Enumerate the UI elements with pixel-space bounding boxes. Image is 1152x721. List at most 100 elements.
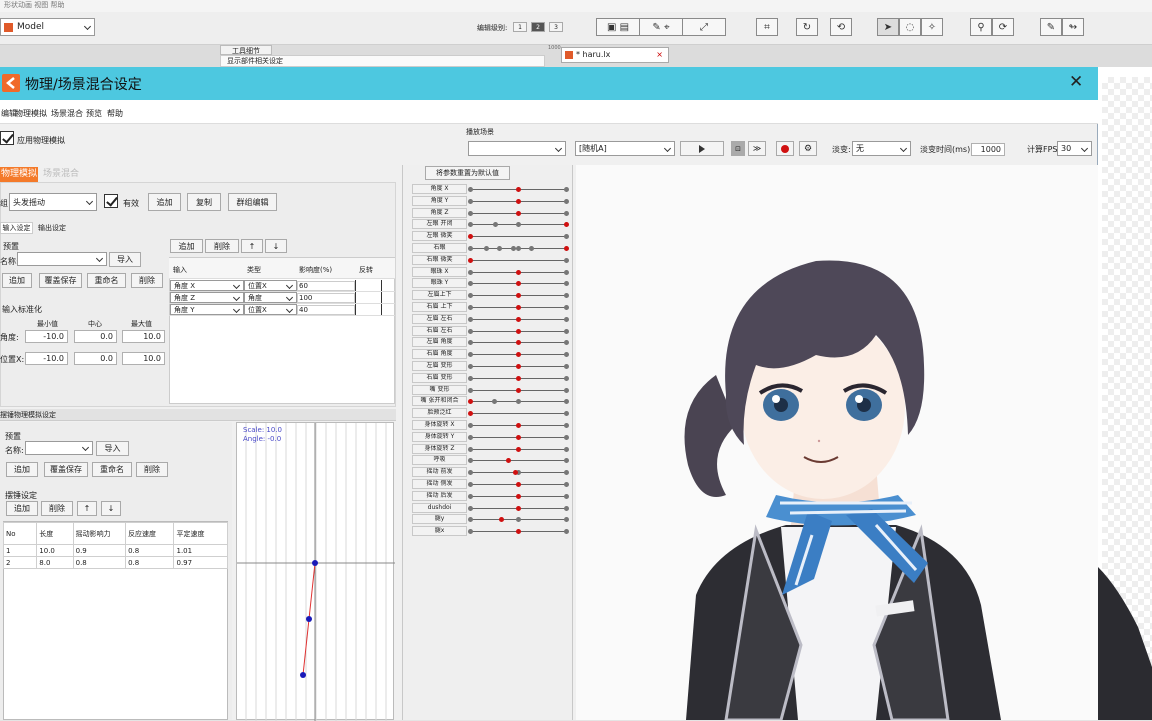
dialog-close-icon[interactable]: ✕ bbox=[1069, 72, 1083, 92]
loop-button[interactable]: ⊡ bbox=[731, 141, 745, 156]
pendulum-rename-button[interactable]: 重命名 bbox=[92, 462, 132, 477]
swing-cell[interactable]: 0.8 bbox=[125, 556, 175, 569]
swing-cell[interactable]: 1.01 bbox=[173, 544, 228, 557]
deform-grid-icon[interactable]: ⌗ bbox=[756, 18, 778, 36]
physics-tab-active[interactable]: 物理模拟 bbox=[0, 167, 38, 182]
document-tab[interactable]: * haru.lx × bbox=[561, 47, 669, 63]
menu-preview[interactable]: 预览 bbox=[86, 108, 102, 119]
preset-add-button[interactable]: 追加 bbox=[2, 273, 32, 288]
document-tab-close-icon[interactable]: × bbox=[656, 48, 663, 62]
group-copy-button[interactable]: 复制 bbox=[187, 193, 221, 211]
swing-cell[interactable]: 1 bbox=[2, 544, 38, 557]
param-slider-knob[interactable] bbox=[515, 493, 521, 499]
swing-cell[interactable]: 0.9 bbox=[72, 544, 127, 557]
swing-row[interactable]: 1 10.0 0.9 0.8 1.01 bbox=[2, 544, 228, 557]
pen-icon[interactable]: ✎ bbox=[1040, 18, 1062, 36]
menu-help[interactable]: 帮助 bbox=[107, 108, 123, 119]
param-track[interactable] bbox=[470, 259, 566, 261]
param-slider-knob[interactable] bbox=[515, 198, 521, 204]
curve-icon[interactable]: ↬ bbox=[1062, 18, 1084, 36]
norm-row-center[interactable]: 0.0 bbox=[74, 330, 117, 343]
input-down-button[interactable]: ↓ bbox=[265, 239, 287, 253]
pendulum-import-button[interactable]: 导入 bbox=[96, 441, 129, 456]
param-slider-knob[interactable] bbox=[515, 352, 521, 358]
input-add-button[interactable]: 追加 bbox=[170, 239, 203, 253]
param-slider-knob[interactable] bbox=[515, 328, 521, 334]
input-delete-button[interactable]: 削除 bbox=[205, 239, 239, 253]
param-track[interactable] bbox=[470, 236, 566, 238]
input-row-input-select[interactable]: 角度 Z bbox=[170, 292, 244, 303]
norm-row-center[interactable]: 0.0 bbox=[74, 352, 117, 365]
pin-icon[interactable]: ⚲ bbox=[970, 18, 992, 36]
fast-forward-button[interactable]: ≫ bbox=[748, 141, 766, 156]
param-slider-knob[interactable] bbox=[515, 281, 521, 287]
param-slider-knob[interactable] bbox=[515, 269, 521, 275]
input-row[interactable]: 角度 Z 角度 100 bbox=[169, 292, 395, 304]
level-2-button[interactable]: 2 bbox=[531, 22, 545, 32]
param-slider-knob[interactable] bbox=[515, 293, 521, 299]
input-row-reverse-cell[interactable] bbox=[355, 292, 382, 303]
input-row-weight[interactable]: 100 bbox=[297, 293, 355, 303]
swing-delete-button[interactable]: 削除 bbox=[41, 501, 73, 516]
input-row-input-select[interactable]: 角度 X bbox=[170, 280, 244, 291]
reset-params-button[interactable]: 将参数重置为默认值 bbox=[425, 166, 510, 180]
pendulum-overwrite-button[interactable]: 覆盖保存 bbox=[44, 462, 88, 477]
input-row-type-select[interactable]: 位置X bbox=[244, 304, 297, 315]
menu-physics[interactable]: 物理模拟 bbox=[15, 108, 47, 119]
norm-row-max[interactable]: 10.0 bbox=[122, 352, 165, 365]
record-button[interactable] bbox=[776, 141, 794, 156]
param-slider-knob[interactable] bbox=[563, 246, 569, 251]
param-slider-knob[interactable] bbox=[467, 234, 473, 240]
swing-cell[interactable]: 2 bbox=[2, 556, 38, 569]
input-row-reverse-cell[interactable] bbox=[355, 304, 382, 315]
input-row-reverse-cell[interactable] bbox=[355, 280, 382, 291]
lasso-icon[interactable]: ◌ bbox=[899, 18, 921, 36]
model-select[interactable]: Model bbox=[0, 18, 95, 36]
param-slider-knob[interactable] bbox=[515, 210, 521, 216]
swing-cell[interactable]: 0.8 bbox=[125, 544, 175, 557]
input-row-weight[interactable]: 60 bbox=[297, 281, 355, 291]
fade-select[interactable]: 无 bbox=[852, 141, 911, 156]
level-3-button[interactable]: 3 bbox=[549, 22, 563, 32]
fps-select[interactable]: 30 bbox=[1057, 141, 1092, 156]
swing-cell[interactable]: 0.97 bbox=[173, 556, 228, 569]
pendulum-add-button[interactable]: 追加 bbox=[6, 462, 38, 477]
swing-down-button[interactable]: ↓ bbox=[101, 501, 121, 516]
param-track[interactable] bbox=[470, 413, 566, 415]
input-up-button[interactable]: ↑ bbox=[241, 239, 263, 253]
tool-detail-tab[interactable]: 工具细节 bbox=[220, 45, 272, 55]
settings-button[interactable]: ⚙ bbox=[799, 141, 817, 156]
param-slider-knob[interactable] bbox=[563, 222, 569, 228]
scene-select[interactable] bbox=[468, 141, 566, 156]
toolbar-group-b-icon[interactable]: ✎ ⌖ bbox=[639, 18, 683, 36]
pendulum-node[interactable] bbox=[300, 672, 306, 678]
swing-up-button[interactable]: ↑ bbox=[77, 501, 97, 516]
param-slider-knob[interactable] bbox=[515, 305, 521, 310]
group-edit-button[interactable]: 群组编辑 bbox=[228, 193, 277, 211]
preset-overwrite-button[interactable]: 覆盖保存 bbox=[39, 273, 82, 288]
norm-row-min[interactable]: -10.0 bbox=[25, 352, 68, 365]
enabled-checkbox[interactable] bbox=[104, 194, 118, 208]
param-slider-knob[interactable] bbox=[515, 375, 521, 381]
pendulum-node[interactable] bbox=[312, 560, 318, 566]
param-slider-knob[interactable] bbox=[515, 340, 521, 346]
swing-cell[interactable]: 0.8 bbox=[72, 556, 127, 569]
param-slider-knob[interactable] bbox=[515, 529, 521, 535]
swing-cell[interactable]: 10.0 bbox=[36, 544, 74, 557]
param-slider-knob[interactable] bbox=[515, 316, 521, 322]
menu-scene-blend[interactable]: 场景混合 bbox=[51, 108, 83, 119]
input-row-type-select[interactable]: 位置X bbox=[244, 280, 297, 291]
input-row[interactable]: 角度 Y 位置X 40 bbox=[169, 304, 395, 316]
group-select[interactable]: 头发摇动 bbox=[9, 193, 97, 211]
swing-add-button[interactable]: 追加 bbox=[6, 501, 38, 516]
param-slider-knob[interactable] bbox=[515, 364, 521, 369]
param-slider-knob[interactable] bbox=[512, 470, 518, 476]
fade-time-input[interactable]: 1000 bbox=[971, 143, 1005, 156]
arrow-select-icon[interactable]: ➤ bbox=[877, 18, 899, 36]
param-slider-knob[interactable] bbox=[515, 482, 521, 487]
input-settings-tab[interactable]: 输入设定 bbox=[0, 222, 33, 234]
param-slider-knob[interactable] bbox=[515, 187, 521, 192]
param-slider-knob[interactable] bbox=[515, 387, 521, 393]
random-select[interactable]: [随机A] bbox=[575, 141, 675, 156]
level-1-button[interactable]: 1 bbox=[513, 22, 527, 32]
